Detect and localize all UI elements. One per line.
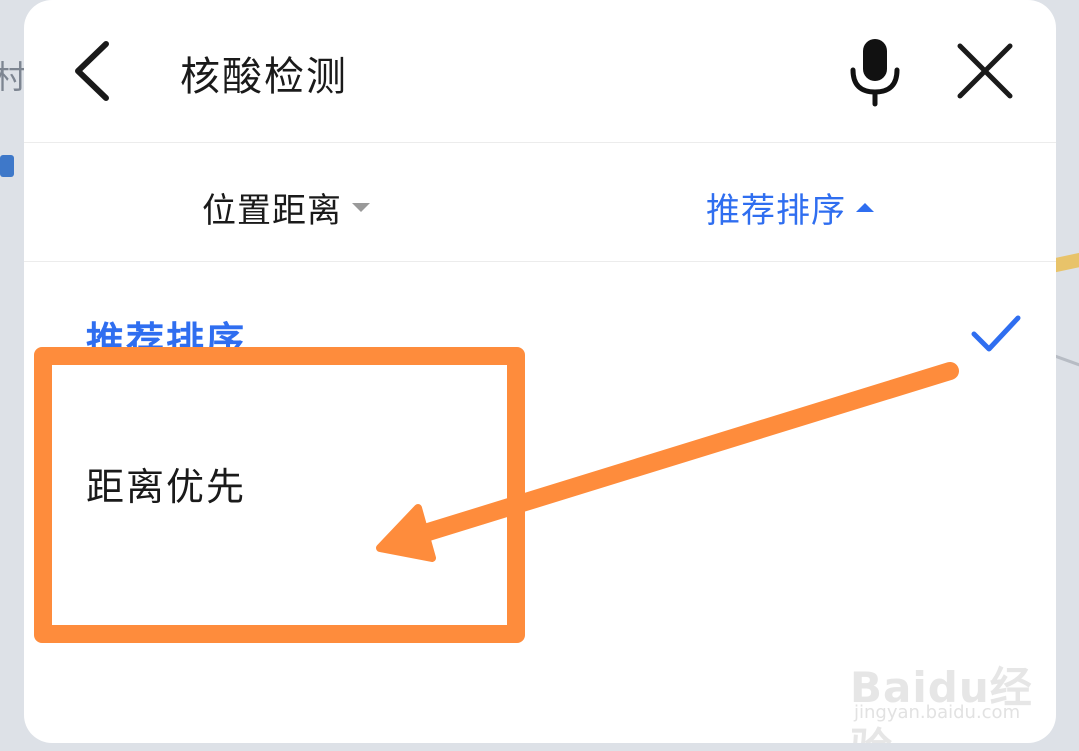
- filter-bar: 位置距离 推荐排序: [24, 143, 1056, 262]
- close-icon[interactable]: [954, 40, 1016, 102]
- watermark: Baidu经验 jingyan.baidu.com: [850, 636, 1056, 743]
- filter-label: 位置距离: [202, 191, 342, 231]
- watermark-url: jingyan.baidu.com: [854, 702, 1021, 723]
- map-label: 村: [0, 58, 27, 96]
- filter-location-distance[interactable]: 位置距离: [202, 183, 370, 232]
- caret-up-icon: [856, 203, 874, 212]
- checkmark-icon: [971, 315, 1021, 352]
- search-query-title[interactable]: 核酸检测: [180, 44, 348, 102]
- search-header: 核酸检测: [24, 0, 1056, 143]
- chevron-left-icon[interactable]: [68, 38, 116, 104]
- map-marker: [0, 155, 14, 177]
- watermark-logo: Baidu经验: [850, 663, 1033, 743]
- filter-recommended-sort[interactable]: 推荐排序: [706, 183, 874, 232]
- microphone-icon[interactable]: [846, 36, 904, 108]
- filter-label: 推荐排序: [706, 191, 846, 231]
- caret-down-icon: [352, 203, 370, 212]
- annotation-highlight-box: [34, 347, 525, 643]
